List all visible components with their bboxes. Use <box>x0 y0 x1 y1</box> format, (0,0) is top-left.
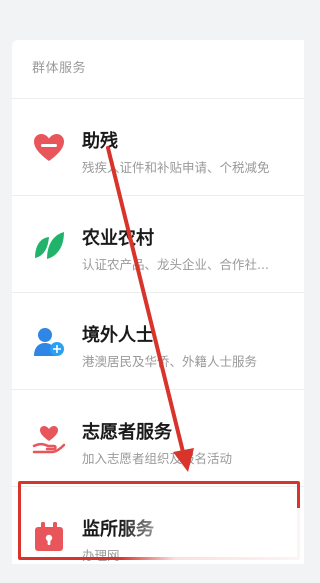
watermark-overlay <box>120 508 304 564</box>
annotation-arrow <box>106 146 194 472</box>
